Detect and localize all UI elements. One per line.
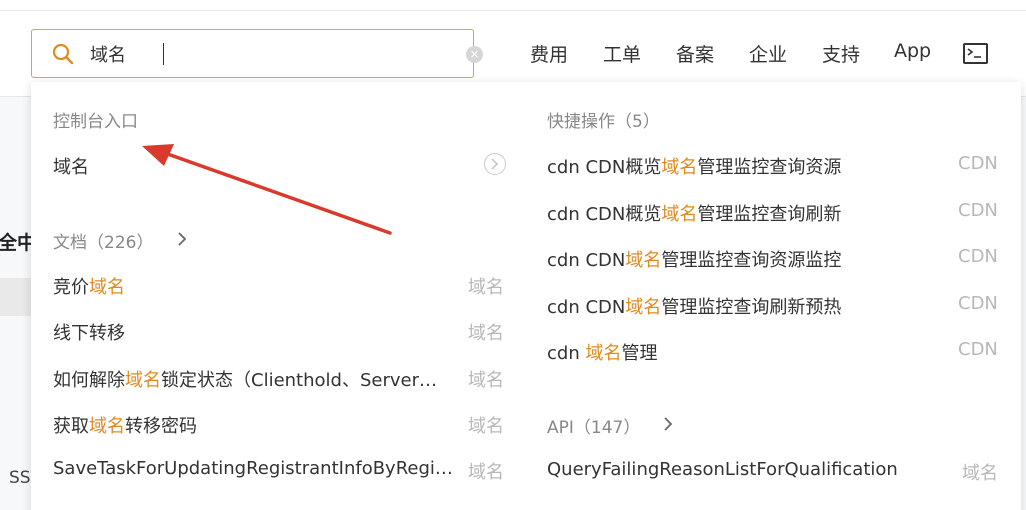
doc-result-item-tag: 域名 <box>468 462 504 484</box>
quick-action-item-tag: CDN <box>958 292 998 314</box>
quick-action-item[interactable]: cdn CDN域名管理监控查询刷新预热 <box>547 293 947 319</box>
quick-action-item-text: cdn <box>547 343 586 364</box>
terminal-icon[interactable] <box>963 43 988 64</box>
search-icon[interactable] <box>52 43 74 65</box>
doc-result-item-text: 转移密码 <box>125 415 197 437</box>
doc-result-item-tag: 域名 <box>468 369 504 391</box>
nav-item-support[interactable]: 支持 <box>822 40 860 67</box>
quick-actions-title: 快捷操作（5） <box>547 112 660 132</box>
quick-action-item-text: 管理监控查询资源监控 <box>661 250 842 271</box>
quick-action-item-tag: CDN <box>958 153 998 174</box>
doc-result-item[interactable]: 获取域名转移密码 <box>53 412 463 438</box>
quick-action-item-text: cdn CDN <box>547 296 626 318</box>
doc-result-item-tag: 域名 <box>468 323 504 345</box>
console-entry-title: 控制台入口 <box>53 112 138 132</box>
keyword-highlight: 域名 <box>661 203 698 225</box>
doc-result-item-text: 锁定状态（Clienthold、Server… <box>161 369 437 391</box>
doc-result-item[interactable]: 线下转移 <box>53 319 463 345</box>
annotation-arrow <box>142 144 392 235</box>
clear-icon[interactable]: × <box>466 46 483 63</box>
doc-result-item[interactable]: 竞价域名 <box>53 273 463 299</box>
doc-result-item-text: SaveTaskForUpdatingRegistrantInfoByRegi… <box>53 458 453 480</box>
chevron-right-circle-icon[interactable] <box>484 153 506 175</box>
quick-action-item-text: 管理 <box>621 343 658 364</box>
doc-result-item-tag: 域名 <box>468 415 504 437</box>
keyword-highlight: 域名 <box>625 250 662 271</box>
doc-result-item-text: 竞价 <box>53 277 89 298</box>
quick-action-item-text: 管理监控查询刷新预热 <box>661 296 842 318</box>
quick-action-item-text: cdn CDN概览 <box>547 203 662 225</box>
chevron-right-icon[interactable] <box>663 416 673 432</box>
text-caret <box>163 43 164 65</box>
quick-action-item-text: cdn CDN概览 <box>547 157 662 178</box>
quick-action-item-text: 管理监控查询资源 <box>697 157 842 178</box>
bg-bottom-fragment: SS <box>9 468 31 488</box>
nav-item-app[interactable]: App <box>894 40 931 62</box>
docs-section-title[interactable]: 文档（226） <box>53 228 153 253</box>
doc-result-item-tag: 域名 <box>468 277 504 298</box>
header-divider <box>0 10 1026 11</box>
console-entry-item[interactable]: 域名 <box>53 153 89 179</box>
api-result-item-tag: 域名 <box>962 463 998 484</box>
doc-result-item-text: 线下转移 <box>53 323 125 345</box>
quick-action-item-tag: CDN <box>958 199 998 221</box>
quick-action-item[interactable]: cdn CDN概览域名管理监控查询刷新 <box>547 200 947 226</box>
quick-action-item-text: 管理监控查询刷新 <box>697 203 842 225</box>
api-section-title[interactable]: API（147） <box>547 413 640 438</box>
doc-result-item-text: 获取 <box>53 415 89 437</box>
page: 全中 SS × 费用 工单 备案 企业 支持 App <box>0 0 1026 510</box>
keyword-highlight: 域名 <box>89 277 125 298</box>
keyword-highlight: 域名 <box>585 343 622 364</box>
quick-action-item[interactable]: cdn CDN概览域名管理监控查询资源 <box>547 153 947 179</box>
doc-result-item[interactable]: SaveTaskForUpdatingRegistrantInfoByRegi… <box>53 458 463 479</box>
quick-action-item[interactable]: cdn 域名管理 <box>547 339 947 365</box>
quick-action-item-tag: CDN <box>958 246 998 267</box>
quick-action-item[interactable]: cdn CDN域名管理监控查询资源监控 <box>547 246 947 272</box>
api-result-item-text: QueryFailingReasonListForQualification <box>547 459 898 480</box>
search-input[interactable] <box>90 39 420 69</box>
keyword-highlight: 域名 <box>625 296 662 318</box>
search-box[interactable]: × <box>31 29 483 78</box>
doc-result-item-text: 如何解除 <box>53 369 125 391</box>
keyword-highlight: 域名 <box>89 415 125 437</box>
keyword-highlight: 域名 <box>661 157 698 178</box>
quick-action-item-tag: CDN <box>958 339 998 360</box>
quick-action-item-text: cdn CDN <box>547 250 626 271</box>
doc-result-item[interactable]: 如何解除域名锁定状态（Clienthold、Server… <box>53 366 463 392</box>
bg-panel <box>0 278 31 316</box>
nav-item-enterprise[interactable]: 企业 <box>749 40 787 67</box>
api-result-item[interactable]: QueryFailingReasonListForQualification <box>547 459 947 480</box>
nav-item-icp-filing[interactable]: 备案 <box>676 40 714 67</box>
nav-item-billing[interactable]: 费用 <box>530 40 568 67</box>
keyword-highlight: 域名 <box>125 369 161 391</box>
nav-item-tickets[interactable]: 工单 <box>603 40 641 67</box>
